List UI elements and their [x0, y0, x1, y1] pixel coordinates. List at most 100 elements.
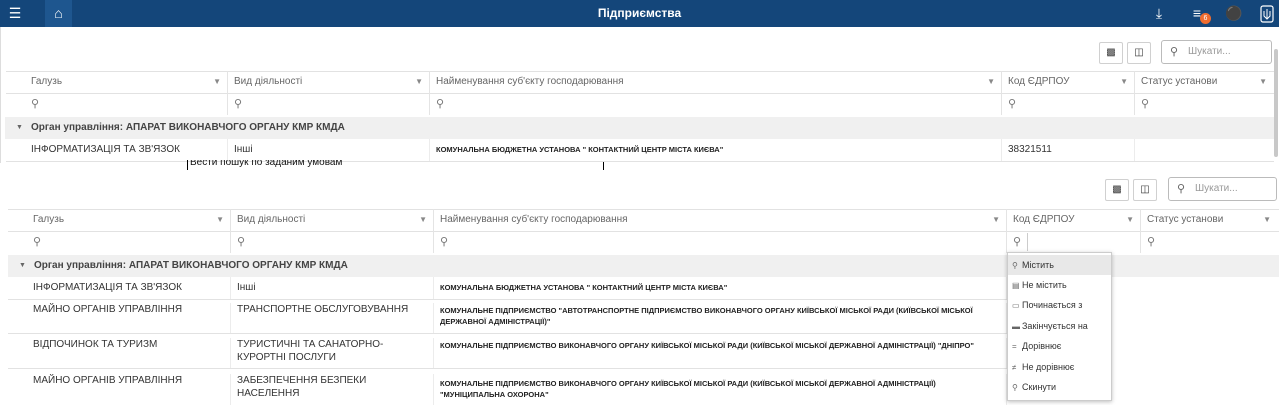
- table-cell: КОМУНАЛЬНА БЮДЖЕТНА УСТАНОВА " КОНТАКТНИ…: [434, 277, 1007, 299]
- column-header-label: Вид діяльності: [237, 214, 306, 225]
- excel-icon: ▩: [1106, 47, 1116, 58]
- table-cell: 38321511: [1002, 139, 1135, 161]
- filter-operation-icon[interactable]: ⚲: [1013, 236, 1021, 248]
- menu-item-label: Не дорівнює: [1022, 362, 1075, 372]
- search-icon: ⚲: [31, 98, 40, 110]
- search-icon: ⚲: [237, 236, 246, 248]
- filter-icon[interactable]: ▼: [1259, 71, 1267, 93]
- menu-item-not-equals[interactable]: ≠ Не дорівнює: [1008, 357, 1111, 377]
- table-cell: МАЙНО ОРГАНІВ УПРАВЛІННЯ: [27, 374, 231, 405]
- menu-item-label: Закінчується на: [1022, 321, 1088, 331]
- column-header-vyd[interactable]: Вид діяльності ▼: [231, 209, 434, 231]
- export-excel-button[interactable]: ▩: [1099, 42, 1123, 64]
- menu-item-reset[interactable]: ⚲ Скинути: [1008, 377, 1111, 397]
- filter-cell[interactable]: ⚲: [27, 231, 231, 253]
- filter-cell[interactable]: ⚲: [25, 93, 228, 115]
- collapse-caret-icon[interactable]: ▼: [16, 117, 23, 139]
- search-icon: ⚲: [1170, 46, 1179, 58]
- filter-cell[interactable]: ⚲: [1002, 93, 1135, 115]
- filter-icon[interactable]: ▼: [1263, 209, 1271, 231]
- filter-icon[interactable]: ▼: [1126, 209, 1134, 231]
- starts-with-icon: ▭: [1012, 301, 1020, 310]
- table-cell: ТРАНСПОРТНЕ ОБСЛУГОВУВАННЯ: [231, 303, 434, 333]
- search-icon: ⚲: [436, 98, 445, 110]
- column-header-status[interactable]: Статус установи ▼: [1141, 209, 1277, 231]
- column-header-status[interactable]: Статус установи ▼: [1135, 71, 1273, 93]
- filter-operation-menu: ⚲ Містить ▤ Не містить ▭ Починається з ▬ Зак…: [1007, 252, 1112, 401]
- filter-cell[interactable]: ⚲: [1141, 231, 1277, 253]
- top-grid-panel: ▩ ◫ ⚲ Шукати... Галузь ▼ Вид діяльності ▼ …: [0, 27, 1279, 163]
- key-icon[interactable]: ⚫: [1222, 0, 1246, 27]
- collapse-caret-icon[interactable]: ▼: [19, 255, 26, 277]
- export-excel-button[interactable]: ▩: [1105, 179, 1129, 201]
- filter-divider: [1027, 233, 1028, 251]
- menu-item-starts-with[interactable]: ▭ Починається з: [1008, 295, 1111, 315]
- filter-icon[interactable]: ▼: [216, 209, 224, 231]
- vertical-scrollbar[interactable]: [1274, 49, 1278, 157]
- search-icon: ⚲: [1147, 236, 1156, 248]
- column-header-galuz[interactable]: Галузь ▼: [27, 209, 231, 231]
- group-row[interactable]: ▼ Орган управління: АПАРАТ ВИКОНАВЧОГО О…: [5, 117, 1275, 139]
- filter-icon[interactable]: ▼: [1120, 71, 1128, 93]
- column-chooser-button[interactable]: ◫: [1133, 179, 1157, 201]
- search-icon: ⚲: [33, 236, 42, 248]
- search-input[interactable]: ⚲ Шукати...: [1161, 40, 1272, 64]
- table-cell: КОМУНАЛЬНЕ ПІДПРИЄМСТВО ВИКОНАВЧОГО ОРГА…: [434, 338, 1007, 368]
- search-icon: ⚲: [1141, 98, 1150, 110]
- table-cell: КОМУНАЛЬНА БЮДЖЕТНА УСТАНОВА " КОНТАКТНИ…: [430, 139, 1002, 161]
- column-header-galuz[interactable]: Галузь ▼: [25, 71, 228, 93]
- tooltip: Вести пошук по заданим умовам: [187, 160, 342, 170]
- column-header-label: Галузь: [31, 76, 63, 87]
- menu-item-label: Скинути: [1022, 382, 1057, 392]
- table-cell: КОМУНАЛЬНЕ ПІДПРИЄМСТВО ВИКОНАВЧОГО ОРГА…: [434, 374, 1007, 405]
- tooltip-text: Вести пошук по заданим умовам: [190, 160, 343, 168]
- menu-item-not-contains[interactable]: ▤ Не містить: [1008, 275, 1111, 295]
- menu-item-label: Починається з: [1022, 300, 1083, 310]
- filter-cell[interactable]: ⚲: [1135, 93, 1273, 115]
- menu-item-label: Містить: [1022, 260, 1054, 270]
- column-header-code[interactable]: Код ЄДРПОУ ▼: [1002, 71, 1135, 93]
- columns-icon: ◫: [1134, 47, 1144, 58]
- excel-icon: ▩: [1112, 184, 1122, 195]
- contains-icon: ⚲: [1012, 261, 1018, 270]
- page-title: Підприємства: [597, 6, 682, 20]
- column-header-label: Статус установи: [1147, 214, 1224, 225]
- table-cell: [1135, 139, 1273, 161]
- filter-icon[interactable]: ▼: [213, 71, 221, 93]
- filter-icon[interactable]: ▼: [992, 209, 1000, 231]
- search-placeholder: Шукати...: [1195, 183, 1238, 194]
- filter-cell[interactable]: ⚲: [231, 231, 434, 253]
- column-header-code[interactable]: Код ЄДРПОУ ▼: [1007, 209, 1141, 231]
- filter-icon[interactable]: ▼: [415, 71, 423, 93]
- menu-item-equals[interactable]: = Дорівнює: [1008, 336, 1111, 356]
- menu-item-contains[interactable]: ⚲ Містить: [1008, 255, 1111, 275]
- filter-cell[interactable]: ⚲: [430, 93, 1002, 115]
- column-header-name[interactable]: Найменування суб'єкту господарювання ▼: [434, 209, 1007, 231]
- table-cell: МАЙНО ОРГАНІВ УПРАВЛІННЯ: [27, 303, 231, 333]
- search-input[interactable]: ⚲ Шукати...: [1168, 177, 1277, 201]
- search-icon: ⚲: [234, 98, 243, 110]
- search-placeholder: Шукати...: [1188, 46, 1231, 57]
- filter-cell-code[interactable]: ⚲: [1007, 231, 1141, 253]
- table-cell: ІНФОРМАТИЗАЦІЯ ТА ЗВ'ЯЗОК: [27, 277, 231, 299]
- text-cursor: [603, 162, 604, 170]
- download-icon[interactable]: ⤓: [1147, 0, 1171, 27]
- filter-cell[interactable]: ⚲: [228, 93, 430, 115]
- column-header-label: Найменування суб'єкту господарювання: [440, 214, 628, 225]
- column-header-label: Код ЄДРПОУ: [1013, 214, 1075, 225]
- menu-item-ends-with[interactable]: ▬ Закінчується на: [1008, 316, 1111, 336]
- columns-icon: ◫: [1140, 184, 1150, 195]
- notification-badge: 6: [1200, 13, 1211, 24]
- column-chooser-button[interactable]: ◫: [1127, 42, 1151, 64]
- ends-with-icon: ▬: [1012, 322, 1020, 331]
- column-header-vyd[interactable]: Вид діяльності ▼: [228, 71, 430, 93]
- coat-of-arms-icon: [1255, 0, 1279, 27]
- filter-icon[interactable]: ▼: [419, 209, 427, 231]
- app-header: ☰ ⌂ Підприємства ⤓ ≡ 6 ⚫: [0, 0, 1279, 27]
- column-header-name[interactable]: Найменування суб'єкту господарювання ▼: [430, 71, 1002, 93]
- filter-cell[interactable]: ⚲: [434, 231, 1007, 253]
- group-label: Орган управління: АПАРАТ ВИКОНАВЧОГО ОРГ…: [31, 122, 345, 133]
- filter-icon[interactable]: ▼: [987, 71, 995, 93]
- table-cell: Інші: [231, 277, 434, 299]
- column-header-label: Статус установи: [1141, 76, 1218, 87]
